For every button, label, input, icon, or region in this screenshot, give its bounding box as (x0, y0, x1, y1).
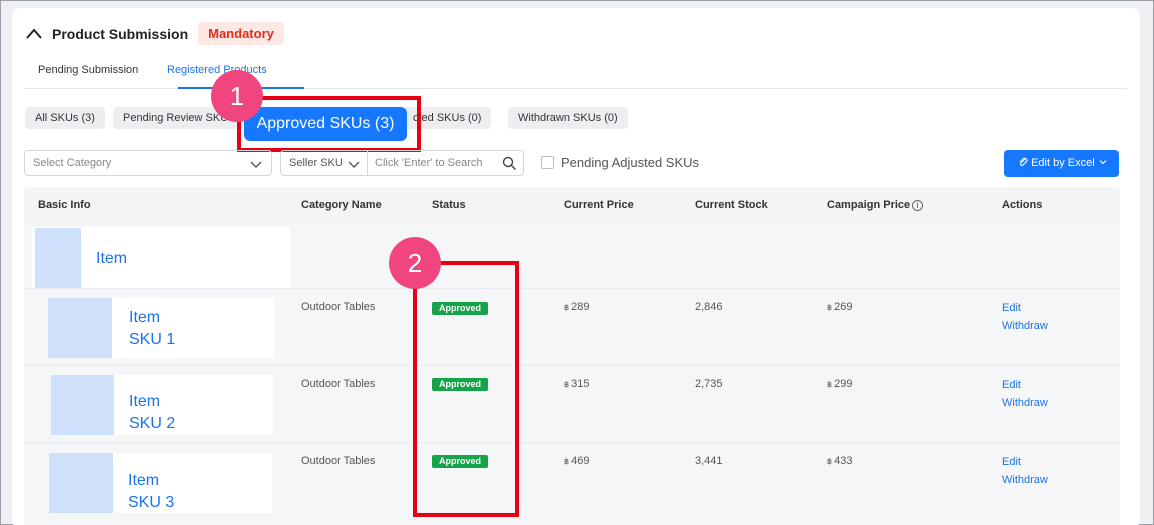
sku-name-line1: Item (128, 472, 160, 489)
edit-link[interactable]: Edit (1002, 376, 1048, 394)
chevron-up-icon[interactable] (24, 24, 44, 44)
tab-pending-submission[interactable]: Pending Submission (38, 64, 138, 76)
campaign-price: ฿ 269 (827, 301, 852, 313)
section-title: Product Submission (52, 25, 189, 42)
current-price-value: 315 (571, 378, 590, 390)
parent-item-name[interactable]: Item (96, 248, 127, 270)
current-stock: 3,441 (695, 455, 723, 467)
current-price: ฿ 289 (564, 301, 589, 313)
sku-search: Seller SKU Click 'Enter' to Search (280, 150, 524, 176)
chip-all-skus[interactable]: All SKUs (3) (25, 107, 105, 129)
col-basic-info: Basic Info (38, 199, 91, 211)
highlight-box-status-column (413, 261, 519, 517)
campaign-price-value: 433 (834, 455, 853, 467)
edit-link[interactable]: Edit (1002, 453, 1048, 471)
callout-marker-1: 1 (211, 70, 263, 122)
table-row: Item SKU 1 Outdoor Tables Approved ฿ 289 … (24, 289, 1120, 366)
pending-adjusted-checkbox[interactable] (541, 156, 554, 169)
product-thumbnail (51, 375, 114, 435)
item-card: Item SKU 2 (51, 375, 273, 435)
table-row: Item SKU 3 Outdoor Tables Approved ฿ 469 … (24, 443, 1120, 525)
currency-symbol: ฿ (564, 380, 570, 389)
chevron-down-icon (249, 157, 263, 174)
edit-link[interactable]: Edit (1002, 299, 1048, 317)
row-actions: Edit Withdraw (1002, 376, 1048, 412)
category-select-placeholder: Select Category (33, 157, 112, 169)
col-status: Status (432, 199, 466, 211)
sku-name[interactable]: Item SKU 3 (128, 470, 174, 514)
current-price-value: 469 (571, 455, 590, 467)
sku-name[interactable]: Item SKU 1 (129, 307, 175, 351)
product-thumbnail (35, 228, 81, 288)
currency-symbol: ฿ (827, 303, 833, 312)
col-actions: Actions (1002, 199, 1043, 211)
category-name: Outdoor Tables (301, 378, 376, 390)
category-name: Outdoor Tables (301, 455, 376, 467)
table-row: Item SKU 2 Outdoor Tables Approved ฿ 315 … (24, 366, 1120, 443)
edit-by-excel-button[interactable]: Edit by Excel (1004, 150, 1119, 177)
chevron-down-icon (1098, 157, 1108, 169)
currency-symbol: ฿ (564, 457, 570, 466)
sku-name-line2: SKU 2 (129, 415, 176, 432)
col-category-name: Category Name (301, 199, 382, 211)
current-stock: 2,735 (695, 378, 723, 390)
pending-adjusted-label: Pending Adjusted SKUs (561, 155, 700, 170)
row-actions: Edit Withdraw (1002, 453, 1048, 489)
edit-by-excel-label: Edit by Excel (1031, 157, 1095, 169)
sku-name-line2: SKU 1 (129, 331, 176, 348)
mandatory-badge: Mandatory (198, 22, 284, 45)
currency-symbol: ฿ (564, 303, 570, 312)
withdraw-link[interactable]: Withdraw (1002, 394, 1048, 412)
item-card: Item (32, 227, 290, 288)
campaign-price: ฿ 433 (827, 455, 852, 467)
table-header: Basic Info Category Name Status Current … (24, 187, 1120, 224)
category-select[interactable]: Select Category (24, 150, 272, 176)
attachment-icon (1018, 157, 1031, 169)
col-current-stock: Current Stock (695, 199, 768, 211)
chevron-down-icon[interactable] (347, 157, 361, 174)
info-icon[interactable]: i (912, 199, 924, 211)
section-header[interactable]: Product Submission Mandatory (24, 22, 284, 45)
product-thumbnail (49, 453, 113, 513)
current-price: ฿ 469 (564, 455, 589, 467)
currency-symbol: ฿ (827, 380, 833, 389)
table-row-parent: Item (24, 224, 1120, 289)
product-thumbnail (48, 298, 112, 358)
row-actions: Edit Withdraw (1002, 299, 1048, 335)
currency-symbol: ฿ (827, 457, 833, 466)
col-campaign-price: Campaign Price i (827, 199, 924, 211)
search-input[interactable]: Click 'Enter' to Search (375, 157, 483, 169)
current-price-value: 289 (571, 301, 590, 313)
campaign-price-value: 269 (834, 301, 853, 313)
search-field-select[interactable]: Seller SKU (289, 157, 343, 169)
campaign-price-value: 299 (834, 378, 853, 390)
search-icon[interactable] (502, 156, 517, 174)
withdraw-link[interactable]: Withdraw (1002, 471, 1048, 489)
callout-marker-2: 2 (389, 237, 441, 289)
item-card: Item SKU 3 (49, 453, 272, 513)
campaign-price: ฿ 299 (827, 378, 852, 390)
col-current-price: Current Price (564, 199, 634, 211)
item-card: Item SKU 1 (48, 298, 274, 358)
withdraw-link[interactable]: Withdraw (1002, 317, 1048, 335)
chip-approved-skus[interactable]: Approved SKUs (3) (244, 107, 407, 141)
chip-withdrawn-skus[interactable]: Withdrawn SKUs (0) (508, 107, 628, 129)
sku-name-line1: Item (129, 309, 161, 326)
search-divider (367, 151, 368, 175)
sku-name-line1: Item (129, 393, 161, 410)
current-stock: 2,846 (695, 301, 723, 313)
category-name: Outdoor Tables (301, 301, 376, 313)
col-campaign-price-label: Campaign Price (827, 199, 911, 211)
sku-name-line2: SKU 3 (128, 494, 175, 511)
tab-bar: Pending Submission Registered Products (24, 56, 1127, 89)
current-price: ฿ 315 (564, 378, 589, 390)
sku-name[interactable]: Item SKU 2 (129, 391, 175, 435)
